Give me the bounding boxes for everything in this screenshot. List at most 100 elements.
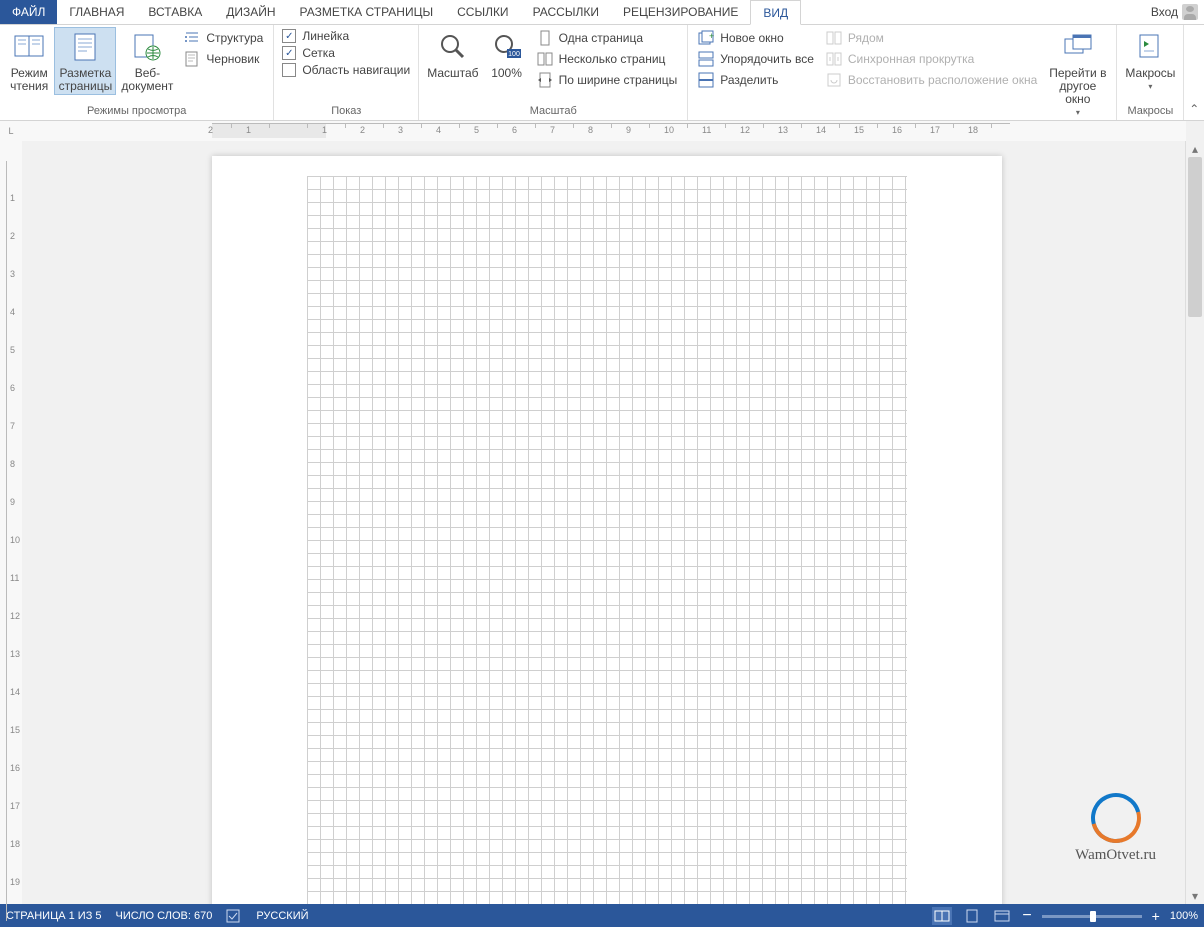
- percent-100-icon: 100: [491, 31, 523, 63]
- new-window-icon: +: [698, 30, 714, 46]
- split-button[interactable]: Разделить: [696, 71, 816, 89]
- arrange-all-label: Упорядочить все: [720, 52, 814, 66]
- zoom-in-button[interactable]: +: [1152, 908, 1160, 924]
- watermark: WamOtvet.ru: [1075, 793, 1156, 864]
- view-print-button[interactable]: [962, 907, 982, 925]
- group-views: Режим чтения Разметка страницы Веб-докум…: [0, 25, 274, 120]
- zoom-slider[interactable]: [1042, 915, 1142, 918]
- gridlines-checkbox[interactable]: ✓ Сетка: [282, 46, 410, 60]
- print-layout-button[interactable]: Разметка страницы: [54, 27, 116, 95]
- split-label: Разделить: [720, 73, 778, 87]
- status-word-count[interactable]: ЧИСЛО СЛОВ: 670: [116, 910, 213, 922]
- user-avatar-icon: [1182, 4, 1198, 20]
- view-read-button[interactable]: [932, 907, 952, 925]
- one-page-button[interactable]: Одна страница: [535, 29, 680, 47]
- zoom-slider-knob[interactable]: [1090, 911, 1096, 922]
- one-page-label: Одна страница: [559, 31, 643, 45]
- multi-page-icon: [537, 51, 553, 67]
- reset-position-icon: [826, 72, 842, 88]
- new-window-label: Новое окно: [720, 31, 784, 45]
- gridlines-label: Сетка: [302, 46, 335, 60]
- login-button[interactable]: Вход: [1145, 0, 1204, 24]
- zoom-out-button[interactable]: −: [1022, 907, 1031, 925]
- tab-design[interactable]: ДИЗАЙН: [214, 0, 287, 24]
- tab-view[interactable]: ВИД: [750, 0, 801, 25]
- outline-button[interactable]: Структура: [182, 29, 265, 47]
- chevron-up-icon: ⌃: [1189, 102, 1199, 116]
- group-show: ✓ Линейка ✓ Сетка Область навигации Показ: [274, 25, 419, 120]
- tab-page-layout[interactable]: РАЗМЕТКА СТРАНИЦЫ: [288, 0, 446, 24]
- switch-windows-button[interactable]: Перейти в другое окно ▾: [1043, 27, 1112, 121]
- scroll-thumb[interactable]: [1188, 157, 1202, 317]
- page-width-button[interactable]: По ширине страницы: [535, 71, 680, 89]
- group-zoom-label: Масштаб: [423, 103, 683, 120]
- side-by-side-button[interactable]: Рядом: [824, 29, 1039, 47]
- zoom-button[interactable]: Масштаб: [423, 27, 482, 82]
- new-window-button[interactable]: + Новое окно: [696, 29, 816, 47]
- group-zoom: Масштаб 100 100% Одна страница Несколько…: [419, 25, 688, 120]
- zoom-100-label: 100%: [491, 67, 522, 80]
- outline-label: Структура: [206, 31, 263, 45]
- page-width-label: По ширине страницы: [559, 73, 678, 87]
- nav-pane-checkbox[interactable]: Область навигации: [282, 63, 410, 77]
- switch-windows-label: Перейти в другое окно: [1047, 67, 1108, 106]
- tab-references[interactable]: ССЫЛКИ: [445, 0, 520, 24]
- read-mode-label: Режим чтения: [8, 67, 50, 93]
- zoom-100-button[interactable]: 100 100%: [483, 27, 531, 82]
- vertical-ruler[interactable]: 12345678910111213141516171819: [0, 141, 23, 904]
- checkmark-icon: ✓: [282, 46, 296, 60]
- web-layout-label: Веб-документ: [120, 67, 174, 93]
- tab-mailings[interactable]: РАССЫЛКИ: [521, 0, 611, 24]
- group-macros: Макросы ▾ Макросы: [1117, 25, 1184, 120]
- status-proofing[interactable]: [226, 909, 242, 923]
- print-layout-label: Разметка страницы: [58, 67, 112, 93]
- web-layout-button[interactable]: Веб-документ: [116, 27, 178, 95]
- status-language[interactable]: РУССКИЙ: [256, 910, 308, 922]
- zoom-level[interactable]: 100%: [1170, 910, 1198, 922]
- one-page-icon: [537, 30, 553, 46]
- sync-scroll-button[interactable]: Синхронная прокрутка: [824, 50, 1039, 68]
- macros-button[interactable]: Макросы ▾: [1121, 27, 1179, 95]
- page-layout-icon: [69, 31, 101, 63]
- arrange-all-icon: [698, 51, 714, 67]
- login-label: Вход: [1151, 5, 1178, 19]
- scroll-up-button[interactable]: ▴: [1186, 141, 1204, 157]
- ruler-label: Линейка: [302, 29, 349, 43]
- menu-tabs: ФАЙЛ ГЛАВНАЯ ВСТАВКА ДИЗАЙН РАЗМЕТКА СТР…: [0, 0, 1204, 25]
- ribbon: Режим чтения Разметка страницы Веб-докум…: [0, 25, 1204, 121]
- vertical-scrollbar[interactable]: ▴ ▾: [1185, 141, 1204, 904]
- multi-page-button[interactable]: Несколько страниц: [535, 50, 680, 68]
- draft-button[interactable]: Черновик: [182, 50, 265, 68]
- workspace: L 21123456789101112131415161718 12345678…: [0, 121, 1204, 904]
- nav-pane-label: Область навигации: [302, 63, 410, 77]
- page: [212, 156, 1002, 904]
- view-web-button[interactable]: [992, 907, 1012, 925]
- arrange-all-button[interactable]: Упорядочить все: [696, 50, 816, 68]
- scroll-down-button[interactable]: ▾: [1186, 888, 1204, 904]
- checkmark-icon: ✓: [282, 29, 296, 43]
- svg-text:+: +: [709, 31, 714, 41]
- reset-position-button[interactable]: Восстановить расположение окна: [824, 71, 1039, 89]
- watermark-text: WamOtvet.ru: [1075, 847, 1156, 864]
- macros-label: Макросы: [1125, 67, 1175, 80]
- ruler-checkbox[interactable]: ✓ Линейка: [282, 29, 410, 43]
- group-views-label: Режимы просмотра: [4, 103, 269, 120]
- horizontal-ruler[interactable]: 21123456789101112131415161718: [22, 121, 1186, 142]
- split-window-icon: [698, 72, 714, 88]
- empty-checkbox-icon: [282, 63, 296, 77]
- tab-home[interactable]: ГЛАВНАЯ: [57, 0, 136, 24]
- tab-review[interactable]: РЕЦЕНЗИРОВАНИЕ: [611, 0, 750, 24]
- collapse-ribbon-button[interactable]: ⌃: [1184, 25, 1204, 120]
- draft-label: Черновик: [206, 52, 259, 66]
- draft-page-icon: [184, 51, 200, 67]
- tab-file[interactable]: ФАЙЛ: [0, 0, 57, 24]
- gridlines: [307, 176, 907, 904]
- side-by-side-label: Рядом: [848, 31, 884, 45]
- read-mode-button[interactable]: Режим чтения: [4, 27, 54, 95]
- group-macros-label: Макросы: [1121, 103, 1179, 120]
- tab-insert[interactable]: ВСТАВКА: [136, 0, 214, 24]
- multi-page-label: Несколько страниц: [559, 52, 666, 66]
- group-show-label: Показ: [278, 103, 414, 120]
- chevron-down-icon: ▾: [1148, 80, 1152, 93]
- document-canvas[interactable]: WamOtvet.ru: [22, 141, 1186, 904]
